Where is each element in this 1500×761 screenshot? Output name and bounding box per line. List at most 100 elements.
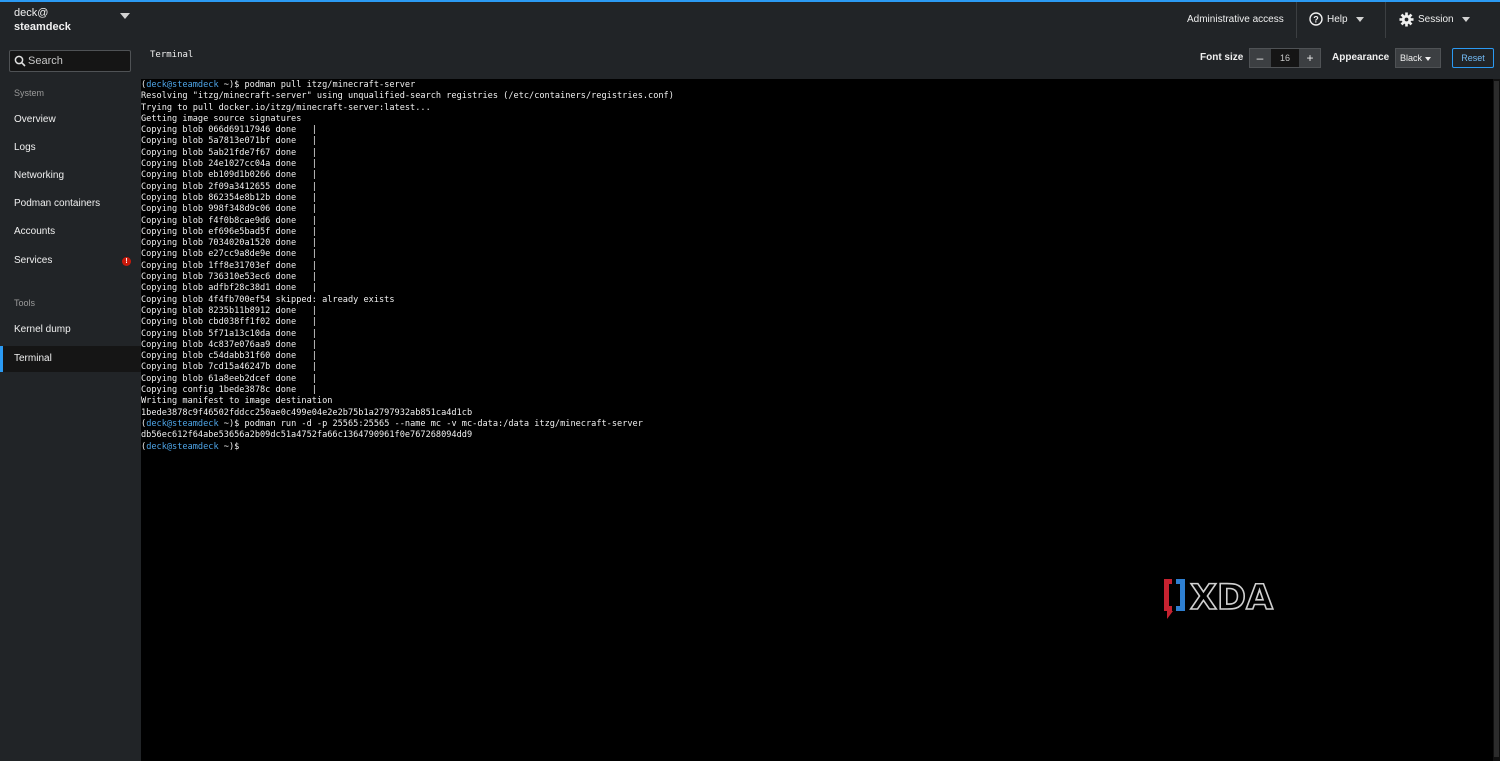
terminal-line: Copying blob c54dabb31f60 done | <box>141 351 674 362</box>
sidebar: deck@ steamdeck System Overview Logs Net… <box>0 0 141 761</box>
terminal-text: podman pull itzg/minecraft-server <box>239 80 416 90</box>
increase-font-button[interactable]: + <box>1300 49 1320 67</box>
terminal-prompt: (deck@steamdeck ~)$ <box>141 441 240 452</box>
terminal-text: Copying blob 1ff8e31703ef done | <box>141 260 317 271</box>
terminal-text: Copying blob 736310e53ec6 done | <box>141 272 317 283</box>
sidebar-item-networking[interactable]: Networking <box>0 163 141 189</box>
terminal-text: Copying blob 862354e8b12b done | <box>141 192 317 203</box>
font-size-stepper: – 16 + <box>1249 48 1321 68</box>
decrease-font-button[interactable]: – <box>1250 49 1270 67</box>
terminal-line: 1bede3878c9f46502fddcc250ae0c499e04e2e2b… <box>141 408 674 419</box>
terminal-text: Copying blob eb109d1b0266 done | <box>141 170 317 181</box>
terminal-line: Copying blob 5a7813e071bf done | <box>141 136 674 147</box>
terminal-text: Copying blob 5ab21fde7f67 done | <box>141 147 317 158</box>
terminal-text: Copying blob 5f71a13c10da done | <box>141 328 317 339</box>
administrative-access-button[interactable]: Administrative access <box>1187 2 1284 38</box>
terminal-text: Copying blob f4f0b8cae9d6 done | <box>141 215 317 226</box>
terminal-text: 1bede3878c9f46502fddcc250ae0c499e04e2e2b… <box>141 407 473 418</box>
font-size-value[interactable]: 16 <box>1271 49 1299 67</box>
page-title: Terminal <box>150 50 194 60</box>
terminal-line: Copying blob 61a8eeb2dcef done | <box>141 374 674 385</box>
terminal-text: Copying blob 8235b11b8912 done | <box>141 305 317 316</box>
terminal-text: podman run -d -p 25565:25565 --name mc -… <box>239 418 643 429</box>
terminal-text: Getting image source signatures <box>141 113 302 124</box>
terminal-line: Copying blob 066d69117946 done | <box>141 125 674 136</box>
terminal-line: Copying blob 24e1027cc04a done | <box>141 159 674 170</box>
sidebar-item-services[interactable]: Services ! <box>0 248 141 274</box>
host-switcher[interactable]: deck@ steamdeck <box>14 6 71 34</box>
terminal-line: (deck@steamdeck ~)$ podman run -d -p 255… <box>141 419 674 430</box>
terminal-line: Copying blob cbd038ff1f02 done | <box>141 317 674 328</box>
help-menu[interactable]: ? Help <box>1309 2 1364 38</box>
search-input[interactable] <box>28 52 126 70</box>
terminal-text: Copying blob 998f348d9c06 done | <box>141 204 317 215</box>
chevron-down-icon[interactable] <box>120 13 130 19</box>
terminal-line: Copying blob f4f0b8cae9d6 done | <box>141 216 674 227</box>
divider <box>1296 2 1297 38</box>
search-box[interactable] <box>9 50 131 72</box>
terminal-line: Copying blob 4c837e076aa9 done | <box>141 340 674 351</box>
terminal-text: Copying blob 2f09a3412655 done | <box>141 181 317 192</box>
scrollbar[interactable] <box>1493 79 1500 761</box>
terminal-line: Writing manifest to image destination <box>141 396 674 407</box>
terminal-text: Copying blob 7034020a1520 done | <box>141 238 317 249</box>
help-icon: ? <box>1309 12 1323 27</box>
terminal-line: Copying blob adfbf28c38d1 done | <box>141 283 674 294</box>
terminal-text: db56ec612f64abe53656a2b09dc51a4752fa66c1… <box>141 430 473 441</box>
terminal-line: (deck@steamdeck ~)$ podman pull itzg/min… <box>141 80 674 91</box>
chevron-down-icon <box>1425 56 1432 61</box>
terminal-line: Copying blob 998f348d9c06 done | <box>141 204 674 215</box>
search-icon <box>14 55 26 67</box>
terminal-text: Copying blob c54dabb31f60 done | <box>141 351 317 362</box>
xda-logo: XDA <box>1164 577 1274 619</box>
terminal-text: Copying blob 4c837e076aa9 done | <box>141 339 317 350</box>
watermark-text: XDA <box>1190 578 1273 618</box>
terminal-line: Copying blob e27cc9a8de9e done | <box>141 249 674 260</box>
session-menu[interactable]: Session <box>1399 2 1470 38</box>
terminal-text: Copying blob 066d69117946 done | <box>141 125 317 136</box>
terminal-lines: (deck@steamdeck ~)$ podman pull itzg/min… <box>141 80 674 453</box>
appearance-label: Appearance <box>1332 52 1390 63</box>
terminal-prompt: (deck@steamdeck ~)$ <box>141 418 240 429</box>
host-user: deck@ <box>14 7 49 19</box>
terminal-line: Copying blob ef696e5bad5f done | <box>141 227 674 238</box>
terminal-line: Copying blob 8235b11b8912 done | <box>141 306 674 317</box>
terminal-line: (deck@steamdeck ~)$ <box>141 442 674 453</box>
sidebar-item-podman-containers[interactable]: Podman containers <box>0 191 141 217</box>
terminal-output[interactable]: (deck@steamdeck ~)$ podman pull itzg/min… <box>141 79 1500 761</box>
divider <box>1385 2 1386 38</box>
reset-button[interactable]: Reset <box>1452 48 1494 68</box>
terminal-prompt: (deck@steamdeck ~)$ <box>141 80 240 90</box>
terminal-text: Copying blob 5a7813e071bf done | <box>141 136 317 147</box>
terminal-line: Copying blob 4f4fb700ef54 skipped: alrea… <box>141 295 674 306</box>
font-size-label: Font size <box>1200 52 1244 63</box>
terminal-line: Copying blob 2f09a3412655 done | <box>141 182 674 193</box>
terminal-line: Trying to pull docker.io/itzg/minecraft-… <box>141 103 674 114</box>
terminal-line: Copying blob 7cd15a46247b done | <box>141 362 674 373</box>
terminal-text: Writing manifest to image destination <box>141 396 333 407</box>
terminal-text: Resolving "itzg/minecraft-server" using … <box>141 91 674 102</box>
terminal-line: Copying blob 862354e8b12b done | <box>141 193 674 204</box>
terminal-line: Copying blob 1ff8e31703ef done | <box>141 261 674 272</box>
terminal-line: Copying blob 7034020a1520 done | <box>141 238 674 249</box>
terminal-text: Copying blob ef696e5bad5f done | <box>141 226 317 237</box>
terminal-line: Copying blob 5f71a13c10da done | <box>141 329 674 340</box>
chevron-down-icon <box>1461 16 1470 22</box>
section-title-tools: Tools <box>14 298 36 308</box>
sidebar-item-logs[interactable]: Logs <box>0 135 141 161</box>
terminal-line: Copying blob 736310e53ec6 done | <box>141 272 674 283</box>
scrollbar-thumb[interactable] <box>1494 81 1499 757</box>
terminal-line: Copying blob 5ab21fde7f67 done | <box>141 148 674 159</box>
host-name: steamdeck <box>14 21 71 33</box>
terminal-text: Copying blob 61a8eeb2dcef done | <box>141 373 317 384</box>
sidebar-item-overview[interactable]: Overview <box>0 107 141 133</box>
terminal-text: Trying to pull docker.io/itzg/minecraft-… <box>141 102 431 113</box>
sidebar-item-accounts[interactable]: Accounts <box>0 219 141 245</box>
appearance-value: Black <box>1400 53 1423 63</box>
appearance-select[interactable]: Black <box>1395 48 1441 68</box>
terminal-text: Copying blob 24e1027cc04a done | <box>141 159 317 170</box>
sidebar-item-kernel-dump[interactable]: Kernel dump <box>0 317 141 343</box>
sidebar-item-terminal[interactable]: Terminal <box>0 346 141 372</box>
section-title-system: System <box>14 88 45 98</box>
terminal-line: Copying config 1bede3878c done | <box>141 385 674 396</box>
